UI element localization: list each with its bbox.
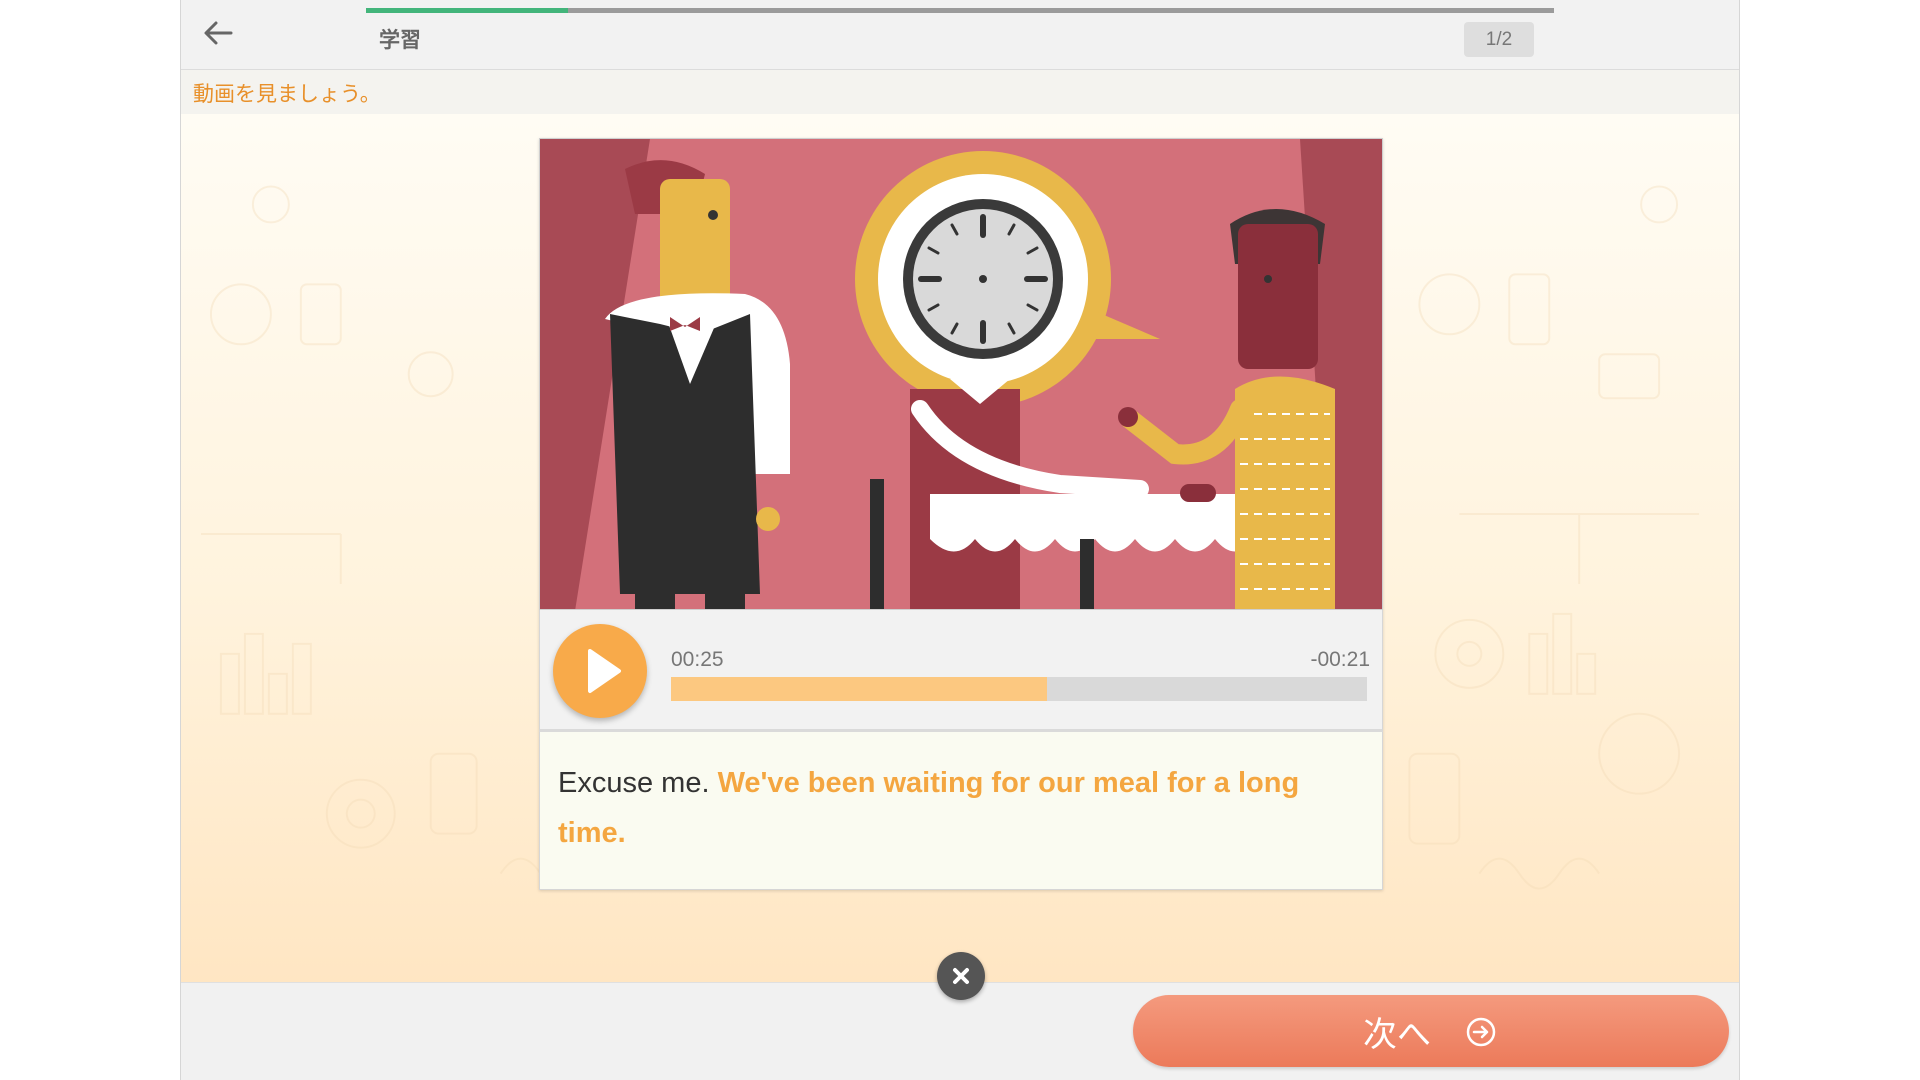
video-frame[interactable] <box>539 138 1383 610</box>
next-button[interactable]: 次へ <box>1133 995 1729 1067</box>
lesson-window: 学習 1/2 動画を見ましょう。 00:25 -00:21 Excuse me.… <box>180 0 1740 1080</box>
transcript-plain: Excuse me. <box>558 767 710 799</box>
player-controls: 00:25 -00:21 <box>539 610 1383 732</box>
close-icon <box>953 968 969 984</box>
next-button-label: 次へ <box>1363 1015 1431 1055</box>
remaining-time: -00:21 <box>1310 648 1370 671</box>
instruction-text: 動画を見ましょう。 <box>193 82 381 106</box>
close-button[interactable] <box>937 952 985 1000</box>
page-title: 学習 <box>379 28 421 52</box>
transcript: Excuse me. We've been waiting for our me… <box>539 732 1383 890</box>
elapsed-time: 00:25 <box>671 648 724 671</box>
header: 学習 1/2 <box>181 0 1739 70</box>
arrow-circle-right-icon <box>1466 1017 1496 1047</box>
seek-bar[interactable] <box>671 677 1367 701</box>
content-area: 00:25 -00:21 Excuse me. We've been waiti… <box>181 114 1739 982</box>
play-icon <box>588 649 621 693</box>
instruction-bar: 動画を見ましょう。 <box>181 70 1739 114</box>
page-indicator: 1/2 <box>1464 22 1534 57</box>
lesson-progress-fill <box>366 8 568 13</box>
restaurant-scene-illustration <box>540 139 1382 609</box>
play-button[interactable] <box>553 624 647 718</box>
back-button[interactable] <box>199 14 239 52</box>
lesson-progress-bar <box>366 8 1554 13</box>
video-player: 00:25 -00:21 Excuse me. We've been waiti… <box>539 138 1383 890</box>
seek-bar-played <box>671 677 1047 701</box>
arrow-left-icon <box>204 21 233 45</box>
